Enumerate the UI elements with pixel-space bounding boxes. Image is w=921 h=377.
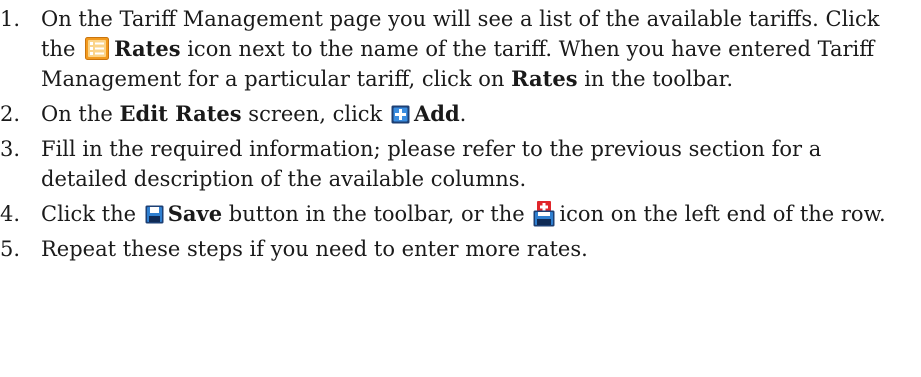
- step-text: icon on the left end of the row.: [559, 202, 886, 226]
- step-text: Fill in the required information; please…: [41, 137, 822, 191]
- step-number: 1.: [0, 7, 21, 31]
- step-text: button in the toolbar, or the: [228, 202, 525, 226]
- step-number: 4.: [0, 202, 21, 226]
- instructions-document: 1. On the Tariff Management page you wil…: [0, 0, 921, 377]
- save-icon: [145, 205, 164, 224]
- step-text: Click the: [41, 202, 137, 226]
- step-number: 5.: [0, 237, 21, 261]
- step-2: 2. On the Edit Rates screen, click Add.: [0, 99, 909, 129]
- save-label: Save: [167, 201, 223, 226]
- steps-list: 1. On the Tariff Management page you wil…: [0, 4, 909, 264]
- step-number: 3.: [0, 137, 21, 161]
- rates-toolbar-label: Rates: [511, 66, 578, 91]
- add-icon: [391, 105, 410, 124]
- step-text: .: [459, 102, 467, 126]
- step-3: 3. Fill in the required information; ple…: [0, 134, 909, 194]
- save-row-icon: [533, 201, 555, 227]
- rates-list-icon: [85, 37, 110, 60]
- step-text: Repeat these steps if you need to enter …: [41, 237, 588, 261]
- step-1: 1. On the Tariff Management page you wil…: [0, 4, 909, 94]
- edit-rates-label: Edit Rates: [119, 101, 242, 126]
- step-5: 5. Repeat these steps if you need to ent…: [0, 234, 909, 264]
- step-text: in the toolbar.: [584, 67, 734, 91]
- step-4: 4. Click the Save button in the toolbar,…: [0, 199, 909, 229]
- step-number: 2.: [0, 102, 21, 126]
- step-text: On the: [41, 102, 113, 126]
- step-text: screen, click: [248, 102, 383, 126]
- rates-label: Rates: [114, 36, 181, 61]
- add-label: Add: [413, 101, 460, 126]
